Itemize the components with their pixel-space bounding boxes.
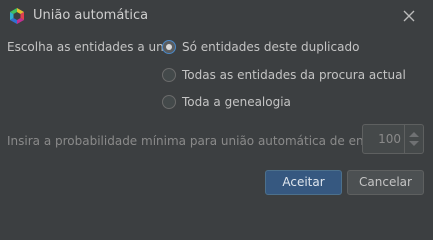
- app-hexagon-icon: [10, 8, 24, 24]
- auto-merge-dialog: União automática Escolha as entidades a …: [0, 0, 433, 204]
- radio-label: Só entidades deste duplicado: [182, 40, 360, 54]
- close-icon[interactable]: [400, 7, 418, 25]
- spinner-down-icon[interactable]: [409, 141, 419, 146]
- cancel-button[interactable]: Cancelar: [347, 170, 424, 195]
- radio-label: Todas as entidades da procura actual: [182, 68, 406, 82]
- radio-button[interactable]: [162, 68, 176, 82]
- radio-this-duplicate[interactable]: Só entidades deste duplicado: [162, 37, 359, 57]
- probability-label: Insira a probabilidade mínima para união…: [7, 134, 408, 148]
- radio-button[interactable]: [162, 95, 176, 109]
- probability-value[interactable]: 100: [378, 132, 401, 146]
- probability-spinner[interactable]: 100: [362, 124, 424, 154]
- title-bar: União automática: [0, 0, 433, 32]
- spinner-up-icon[interactable]: [409, 132, 419, 137]
- choose-entities-label: Escolha as entidades a unir: [7, 40, 173, 54]
- spinner-arrows: [404, 125, 423, 153]
- accept-button[interactable]: Aceitar: [265, 170, 342, 195]
- radio-current-search[interactable]: Todas as entidades da procura actual: [162, 65, 406, 85]
- radio-whole-genealogy[interactable]: Toda a genealogia: [162, 92, 291, 112]
- radio-label: Toda a genealogia: [182, 95, 291, 109]
- window-title: União automática: [33, 8, 149, 23]
- radio-button-selected[interactable]: [162, 40, 176, 54]
